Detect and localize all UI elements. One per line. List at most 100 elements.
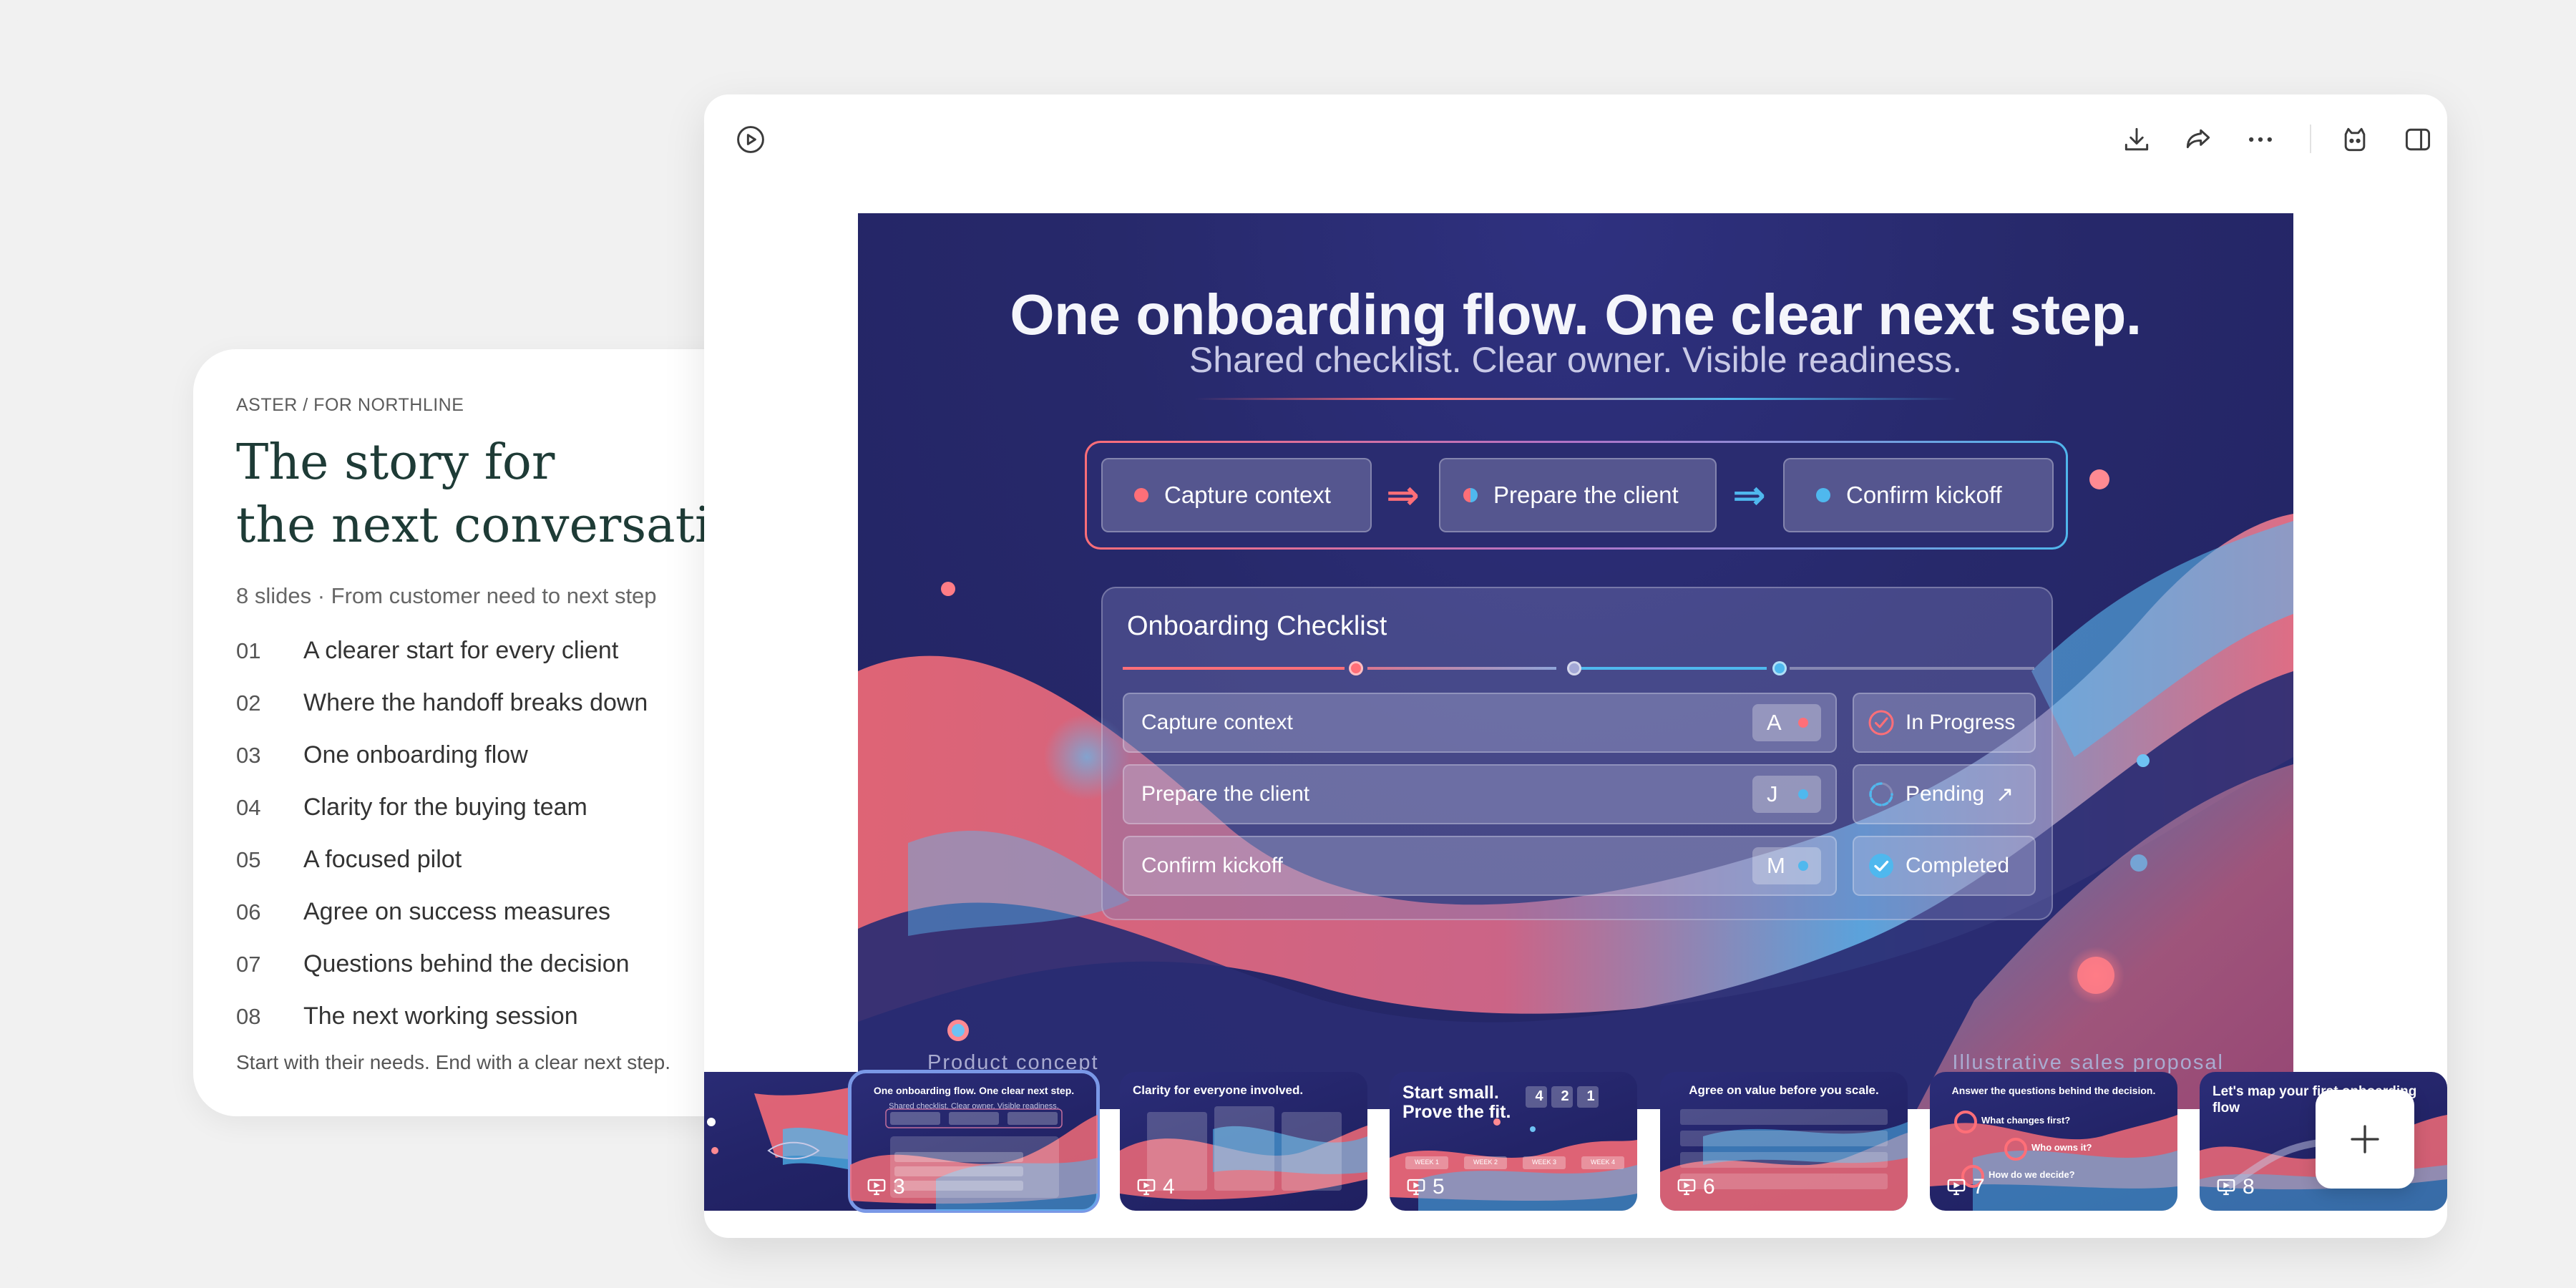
thumbnail-title: Clarity for everyone involved. bbox=[1133, 1083, 1304, 1097]
outline-item-title: Clarity for the buying team bbox=[303, 794, 587, 821]
assistant-icon[interactable] bbox=[2337, 122, 2373, 157]
slide-thumbnail-6[interactable]: Agree on value before you scale. 6 bbox=[1660, 1072, 1908, 1211]
checklist-row: Capture context A bbox=[1123, 693, 1837, 753]
outline-item[interactable]: 06 Agree on success measures bbox=[236, 886, 694, 938]
progress-node bbox=[1349, 661, 1363, 675]
thumbnail-number-label: 7 bbox=[1973, 1175, 1985, 1199]
progress-segment bbox=[1367, 667, 1556, 670]
thumbnail-subtitle: Shared checklist. Clear owner. Visible r… bbox=[889, 1102, 1059, 1111]
outline-item-title: The next working session bbox=[303, 1002, 578, 1030]
onboarding-checklist: Onboarding Checklist Capture context A I… bbox=[1101, 587, 2053, 920]
outline-item-title: Where the handoff breaks down bbox=[303, 689, 648, 716]
thumbnail-week-label: WEEK 4 bbox=[1590, 1158, 1615, 1166]
checklist-title: Onboarding Checklist bbox=[1127, 611, 1387, 641]
outline-item[interactable]: 02 Where the handoff breaks down bbox=[236, 677, 694, 729]
presentation-icon bbox=[1677, 1179, 1696, 1196]
thumbnail-week-label: WEEK 3 bbox=[1531, 1158, 1556, 1166]
outline-title: The story for the next conversation bbox=[236, 431, 737, 557]
outline-item[interactable]: 01 A clearer start for every client bbox=[236, 625, 694, 677]
outline-item-number: 06 bbox=[236, 899, 261, 924]
outline-item-title: A focused pilot bbox=[303, 846, 462, 873]
outline-item-number: 04 bbox=[236, 794, 261, 820]
blue-dot-icon bbox=[1816, 488, 1830, 502]
presentation-window: One onboarding flow. One clear next step… bbox=[704, 94, 2447, 1238]
more-icon[interactable] bbox=[2243, 122, 2278, 157]
checklist-row: Confirm kickoff M bbox=[1123, 836, 1837, 896]
slide-thumbnail-3[interactable]: One onboarding flow. One clear next step… bbox=[848, 1070, 1100, 1213]
outline-item[interactable]: 03 One onboarding flow bbox=[236, 729, 694, 781]
check-circle-icon bbox=[1867, 852, 1896, 880]
outline-item-title: Questions behind the decision bbox=[303, 950, 630, 977]
download-icon[interactable] bbox=[2119, 122, 2155, 157]
flow-step-label: Prepare the client bbox=[1493, 482, 1679, 508]
owner-badge: J bbox=[1752, 776, 1821, 813]
thumbnail-badge: 2 bbox=[1561, 1088, 1569, 1104]
slide-thumbnail-7[interactable]: Answer the questions behind the decision… bbox=[1930, 1072, 2177, 1211]
thumbnail-number: 5 bbox=[1405, 1175, 1445, 1199]
owner-badge: A bbox=[1752, 704, 1821, 741]
thumbnail-number: 8 bbox=[2215, 1175, 2255, 1199]
thumbnail-title-text: One onboarding flow. One clear next step… bbox=[873, 1085, 1075, 1096]
flow-step-label: Confirm kickoff bbox=[1846, 482, 2002, 508]
outline-meta: 8 slides · From customer need to next st… bbox=[236, 583, 657, 608]
story-outline-panel: ASTER / FOR NORTHLINE The story for the … bbox=[193, 349, 737, 1116]
thumbnail-week-label: WEEK 1 bbox=[1414, 1158, 1439, 1166]
outline-eyebrow: ASTER / FOR NORTHLINE bbox=[236, 395, 464, 415]
title-underline bbox=[1194, 398, 1957, 400]
thumbnail-question: Who owns it? bbox=[2031, 1142, 2092, 1153]
plus-icon bbox=[2351, 1125, 2379, 1153]
slide-title: One onboarding flow. One clear next step… bbox=[1010, 283, 2142, 346]
task-label: Confirm kickoff bbox=[1141, 854, 1283, 877]
status-badge: In Progress bbox=[1853, 693, 2036, 753]
thumbnail-title: One onboarding flow. One clear next step… bbox=[863, 1083, 1085, 1113]
thumbnail-number: 3 bbox=[866, 1175, 905, 1199]
add-slide-button[interactable] bbox=[2316, 1090, 2414, 1189]
thumbnail-number: 7 bbox=[1946, 1175, 1985, 1199]
play-icon[interactable] bbox=[733, 122, 769, 157]
outline-item[interactable]: 08 The next working session bbox=[236, 990, 694, 1043]
slide-subtitle: Shared checklist. Clear owner. Visible r… bbox=[1189, 340, 1963, 380]
flow-step: Prepare the client bbox=[1439, 458, 1717, 532]
status-badge: Completed bbox=[1853, 836, 2036, 896]
thumbnail-number-label: 5 bbox=[1433, 1175, 1445, 1199]
arrow-right-icon: ⇒ bbox=[1386, 472, 1420, 517]
outline-item[interactable]: 07 Questions behind the decision bbox=[236, 938, 694, 990]
checklist-row: Prepare the client J bbox=[1123, 764, 1837, 824]
share-icon[interactable] bbox=[2180, 122, 2216, 157]
slide-canvas[interactable]: One onboarding flow. One clear next step… bbox=[858, 213, 2293, 1109]
outline-item[interactable]: 04 Clarity for the buying team bbox=[236, 781, 694, 834]
outline-item-title: Agree on success measures bbox=[303, 898, 610, 925]
flow-bar: Capture context ⇒ Prepare the client ⇒ C… bbox=[1085, 441, 2068, 550]
owner-initial: A bbox=[1767, 710, 1782, 735]
outline-item-number: 05 bbox=[236, 847, 261, 872]
thumbnail-week-label: WEEK 2 bbox=[1473, 1158, 1498, 1166]
sidebar-toggle-icon[interactable] bbox=[2400, 122, 2436, 157]
thumbnail-title: Answer the questions behind the decision… bbox=[1951, 1085, 2156, 1096]
presentation-icon bbox=[867, 1179, 886, 1196]
outline-item-number: 02 bbox=[236, 690, 261, 716]
presentation-icon bbox=[2217, 1179, 2235, 1196]
outline-item-number: 01 bbox=[236, 638, 261, 663]
presentation-icon bbox=[1137, 1179, 1156, 1196]
pending-spinner-icon bbox=[1867, 780, 1896, 809]
thumbnail-badge: 1 bbox=[1586, 1088, 1595, 1104]
outline-item[interactable]: 05 A focused pilot bbox=[236, 834, 694, 886]
thumbnail-badge: 4 bbox=[1535, 1088, 1543, 1104]
slide-thumbnail-4[interactable]: Clarity for everyone involved. 4 bbox=[1120, 1072, 1367, 1211]
thumbnail-question: What changes first? bbox=[1981, 1115, 2071, 1126]
progress-node bbox=[1772, 661, 1787, 675]
owner-badge: M bbox=[1752, 847, 1821, 884]
task-label: Capture context bbox=[1141, 711, 1293, 734]
status-label: In Progress bbox=[1906, 711, 2016, 734]
presentation-icon bbox=[1947, 1179, 1966, 1196]
flow-step: Confirm kickoff bbox=[1783, 458, 2054, 532]
toolbar-divider bbox=[2310, 125, 2311, 153]
app-frame: ASTER / FOR NORTHLINE The story for the … bbox=[0, 0, 2576, 1288]
owner-dot-icon bbox=[1798, 861, 1808, 871]
flow-step: Capture context bbox=[1101, 458, 1372, 532]
outline-item-title: One onboarding flow bbox=[303, 741, 528, 769]
slide-thumbnail-5[interactable]: Start small. Prove the fit. 4 2 1 WEEK 1… bbox=[1390, 1072, 1637, 1211]
outline-list: 01 A clearer start for every client 02 Whe… bbox=[236, 625, 694, 1043]
owner-dot-icon bbox=[1798, 718, 1808, 728]
outline-footnote: Start with their needs. End with a clear… bbox=[236, 1051, 670, 1073]
